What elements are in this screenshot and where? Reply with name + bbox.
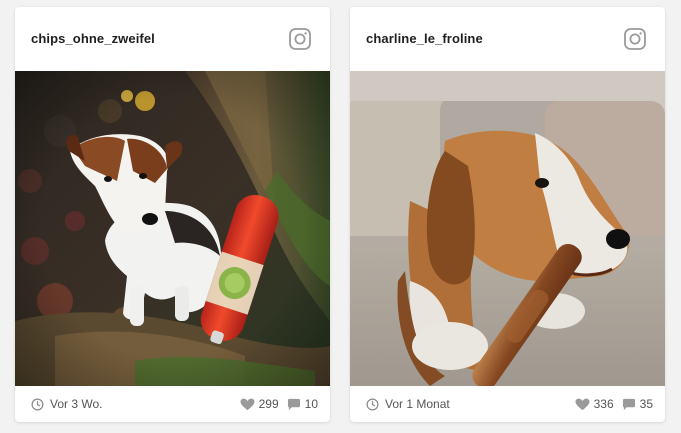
post-image[interactable] [15,71,330,386]
post-time: Vor 3 Wo. [31,397,102,411]
post-card[interactable]: charline_le_froline Vor 1 Monat 336 35 [350,7,665,422]
comments-count: 10 [304,397,318,411]
instagram-icon[interactable] [623,27,647,51]
instagram-icon[interactable] [288,27,312,51]
heart-icon[interactable] [240,398,255,411]
clock-icon [366,398,379,410]
comment-icon[interactable] [287,398,301,411]
instagram-feed: chips_ohne_zweifel Vor 3 Wo. 299 10 char… [0,0,681,433]
comment-icon[interactable] [622,398,636,411]
post-header: chips_ohne_zweifel [15,7,330,71]
post-time-label: Vor 1 Monat [385,397,450,411]
post-username[interactable]: chips_ohne_zweifel [31,31,155,46]
clock-icon [31,398,44,410]
likes-count: 299 [258,397,279,411]
post-time-label: Vor 3 Wo. [50,397,103,411]
post-card[interactable]: chips_ohne_zweifel Vor 3 Wo. 299 10 [15,7,330,422]
post-footer: Vor 3 Wo. 299 10 [15,386,330,422]
post-photo-jack-russell [15,71,330,386]
post-image[interactable] [350,71,665,386]
post-stats: 336 35 [575,397,653,411]
comments-count: 35 [639,397,653,411]
post-footer: Vor 1 Monat 336 35 [350,386,665,422]
post-photo-beagle [350,71,665,386]
post-stats: 299 10 [240,397,318,411]
heart-icon[interactable] [575,398,590,411]
post-time: Vor 1 Monat [366,397,450,411]
post-username[interactable]: charline_le_froline [366,31,483,46]
likes-count: 336 [593,397,614,411]
post-header: charline_le_froline [350,7,665,71]
